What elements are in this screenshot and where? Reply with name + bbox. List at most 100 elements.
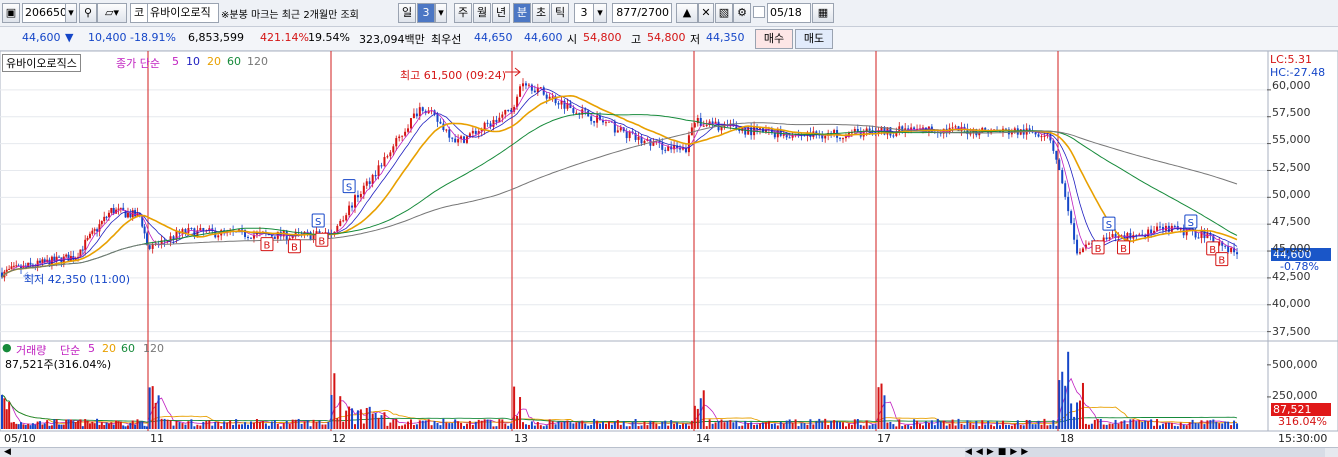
- volume-bar: [1028, 420, 1031, 429]
- volume-bar: [821, 421, 824, 429]
- buy-marker-letter: B: [264, 241, 271, 252]
- volume-bar: [936, 418, 939, 429]
- volume-bar: [489, 420, 492, 429]
- draw-tool-icon[interactable]: ✕: [698, 3, 714, 23]
- volume-bar: [220, 426, 223, 429]
- period-tick-button[interactable]: 틱: [551, 3, 569, 23]
- volume-bar: [336, 418, 339, 429]
- ma-title: 종가 단순: [116, 57, 160, 70]
- calendar-icon[interactable]: ▦: [812, 3, 834, 23]
- period-second-button[interactable]: 초: [532, 3, 550, 23]
- volume-bar: [312, 419, 315, 429]
- period-day-button[interactable]: 일: [398, 3, 416, 23]
- volume-bar: [1093, 419, 1096, 429]
- chart-toolbar: ▣ 206650 ▾ ⚲ ▱▾ 코 유바이오로직 ※분봉 마크는 최근 2개월만…: [0, 0, 1338, 27]
- volume-bar: [474, 421, 477, 429]
- candle-body: [249, 237, 252, 239]
- volume-bar: [421, 420, 424, 429]
- volume-bar: [824, 418, 827, 429]
- interval-dropdown-icon[interactable]: ▾: [593, 3, 607, 23]
- period-count-button[interactable]: 3: [417, 3, 435, 23]
- volume-bar: [424, 420, 427, 429]
- add-indicator-icon[interactable]: ▲: [676, 3, 698, 23]
- zoom-controls[interactable]: ◀◀▶■▶▶: [965, 448, 1325, 457]
- speaker-icon[interactable]: ▱▾: [97, 3, 127, 23]
- y-tick-40000: 40,000: [1272, 297, 1311, 310]
- candle-body: [486, 122, 489, 124]
- volume-bar: [939, 421, 942, 429]
- stock-chart[interactable]: B BBB B BBSSS S: [0, 51, 1338, 457]
- stock-code-input[interactable]: 206650: [22, 3, 66, 23]
- chart-scrollbar[interactable]: ◀ ◀◀▶■▶▶: [0, 447, 1338, 457]
- volume-bar: [676, 422, 679, 429]
- volume-bar: [202, 421, 205, 429]
- candle-body: [356, 195, 359, 198]
- code-dropdown-icon[interactable]: ▾: [65, 3, 77, 23]
- volume-bar: [208, 420, 211, 429]
- buy-button[interactable]: 매수: [755, 29, 793, 49]
- volume-bar: [773, 423, 776, 429]
- date-checkbox[interactable]: [753, 6, 765, 18]
- buy-marker: B: [1117, 240, 1131, 255]
- buy-marker: B: [315, 232, 329, 247]
- interval-input[interactable]: 3: [574, 3, 594, 23]
- gear-icon[interactable]: ⚙: [733, 3, 751, 23]
- scroll-left-icon[interactable]: ◀: [4, 448, 11, 457]
- candle-body: [1052, 140, 1055, 151]
- volume-bar: [468, 420, 471, 429]
- period-minute-button[interactable]: 분: [513, 3, 531, 23]
- volume-bar: [699, 398, 702, 429]
- volume-bar: [172, 425, 175, 429]
- candle-body: [389, 152, 392, 157]
- volume-pct-tag: 316.04%: [1278, 415, 1327, 428]
- volume-bar: [557, 421, 560, 429]
- volume-current-label: 87,521주(316.04%): [5, 358, 112, 371]
- candle-body: [969, 133, 972, 135]
- candle-body: [418, 107, 421, 117]
- search-icon[interactable]: ⚲: [79, 3, 97, 23]
- volume-bar: [288, 423, 291, 429]
- volume-bar: [1022, 425, 1025, 429]
- volume-bar: [300, 423, 303, 429]
- candle-body: [1087, 243, 1090, 245]
- window-icon[interactable]: ▣: [2, 3, 20, 23]
- volume-bar: [100, 422, 103, 429]
- candle-body: [824, 135, 827, 139]
- candle-body: [439, 121, 442, 124]
- volume-bar: [933, 425, 936, 429]
- candle-body: [1236, 252, 1239, 255]
- volume-bar: [1236, 423, 1239, 429]
- volume-bar: [759, 423, 762, 429]
- date-input[interactable]: 05/18: [767, 3, 811, 23]
- sell-button[interactable]: 매도: [795, 29, 833, 49]
- sell-marker-letter: S: [1188, 218, 1194, 229]
- volume-bar: [921, 425, 924, 429]
- period-month-button[interactable]: 월: [473, 3, 491, 23]
- x-label-14: 14: [696, 432, 710, 445]
- volume-bar: [551, 421, 554, 429]
- period-week-button[interactable]: 주: [454, 3, 472, 23]
- count-field[interactable]: 877/2700: [612, 3, 672, 23]
- candle-body: [404, 131, 407, 136]
- volume-bar: [1007, 424, 1010, 429]
- candle-body: [841, 138, 844, 140]
- volume-bar: [1073, 416, 1076, 429]
- volume-bar: [126, 425, 129, 429]
- period-dropdown-icon[interactable]: ▾: [435, 3, 447, 23]
- volume-bar: [141, 421, 144, 429]
- save-icon[interactable]: ▧: [715, 3, 733, 23]
- period-year-button[interactable]: 년: [492, 3, 510, 23]
- volume-bar: [767, 421, 770, 429]
- volume-bar: [999, 425, 1002, 429]
- volume-bar: [996, 421, 999, 429]
- candle-body: [415, 113, 418, 117]
- change-value: 10,400: [88, 31, 127, 44]
- candle-body: [351, 205, 354, 208]
- volume-bar: [827, 424, 830, 429]
- candle-body: [593, 121, 596, 123]
- stock-name-field[interactable]: 유바이오로직: [147, 3, 219, 23]
- volume-bar: [919, 423, 922, 429]
- volume-bar: [365, 407, 368, 429]
- candle-body: [773, 132, 776, 138]
- volume-value: 6,853,599: [188, 31, 244, 44]
